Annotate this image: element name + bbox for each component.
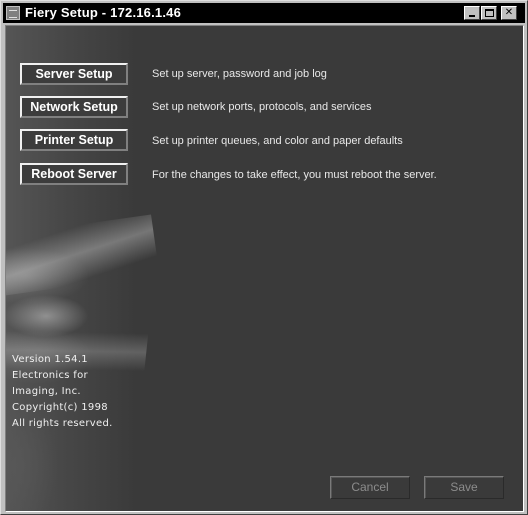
setup-panel: Server Setup Set up server, password and… <box>5 25 524 512</box>
window-title: Fiery Setup - 172.16.1.46 <box>25 5 182 20</box>
server-setup-description: Set up server, password and job log <box>152 68 327 80</box>
printer-setup-description: Set up printer queues, and color and pap… <box>152 135 403 147</box>
fiery-setup-window: Fiery Setup - 172.16.1.46 ✕ Server Setup… <box>0 0 528 515</box>
version-info: Version 1.54.1 Electronics for Imaging, … <box>12 352 113 432</box>
company-line: Electronics for <box>12 370 88 381</box>
network-setup-description: Set up network ports, protocols, and ser… <box>152 101 372 113</box>
version-line: Version 1.54.1 <box>12 354 88 365</box>
save-button[interactable]: Save <box>424 476 504 499</box>
maximize-button[interactable] <box>481 6 497 20</box>
copyright-line: Copyright(c) 1998 <box>12 402 108 413</box>
rights-line: All rights reserved. <box>12 418 113 429</box>
close-button[interactable]: ✕ <box>501 6 517 20</box>
close-icon: ✕ <box>504 7 514 18</box>
network-setup-button[interactable]: Network Setup <box>20 96 128 118</box>
minimize-icon <box>469 15 475 17</box>
minimize-button[interactable] <box>464 6 480 20</box>
app-icon[interactable] <box>6 6 20 20</box>
reboot-server-button[interactable]: Reboot Server <box>20 163 128 185</box>
cancel-button[interactable]: Cancel <box>330 476 410 499</box>
maximize-icon <box>485 9 494 17</box>
printer-setup-button[interactable]: Printer Setup <box>20 129 128 151</box>
title-bar[interactable]: Fiery Setup - 172.16.1.46 ✕ <box>3 3 525 23</box>
server-setup-button[interactable]: Server Setup <box>20 63 128 85</box>
company-line: Imaging, Inc. <box>12 386 81 397</box>
reboot-server-description: For the changes to take effect, you must… <box>152 169 437 181</box>
